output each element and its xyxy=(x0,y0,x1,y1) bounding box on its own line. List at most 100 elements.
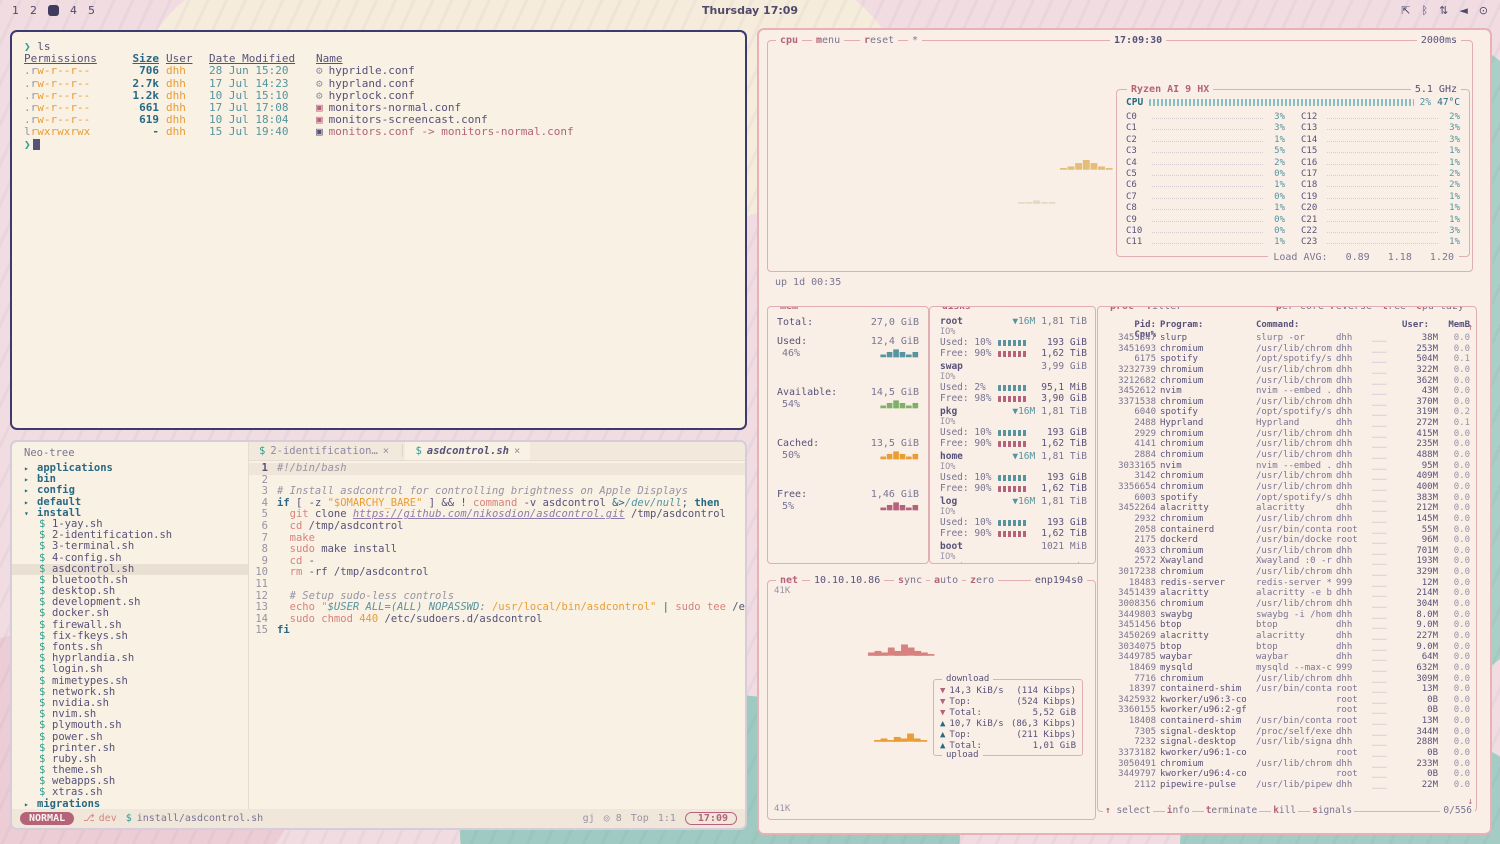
network-icon[interactable]: ⇅ xyxy=(1439,4,1448,17)
per-core-toggle[interactable]: per-core xyxy=(1272,306,1328,313)
workspace-3[interactable] xyxy=(48,5,59,16)
process-row[interactable]: 3050491chromium/usr/lib/chromium/dhh▁▁▁2… xyxy=(1106,759,1470,770)
process-row[interactable]: 3142chromium/usr/lib/chromium/dhh▁▁▁409M… xyxy=(1106,471,1470,482)
proc-action-nfo[interactable]: info xyxy=(1165,805,1192,816)
screencast-icon[interactable]: ⇱ xyxy=(1401,4,1410,17)
proc-column-Command[interactable]: Command: xyxy=(1256,320,1332,330)
process-row[interactable]: 3356654chromium/usr/lib/chromium/dhh▁▁▁4… xyxy=(1106,482,1470,493)
tree-item-3-terminal.sh[interactable]: $3-terminal.sh xyxy=(24,541,248,552)
reset-button[interactable]: reset xyxy=(860,34,898,47)
reverse-toggle[interactable]: reverse xyxy=(1326,306,1376,313)
process-row[interactable]: 3451439alacrittyalacritty -e btopdhh▁▁▁2… xyxy=(1106,588,1470,599)
tree-item-login.sh[interactable]: $login.sh xyxy=(24,664,248,675)
process-row[interactable]: 3232739chromium/usr/lib/chromium/dhh▁▁▁3… xyxy=(1106,365,1470,376)
process-row[interactable]: 7232signal-desktop/usr/lib/signal-dedhh▁… xyxy=(1106,737,1470,748)
tree-item-asdcontrol.sh[interactable]: $asdcontrol.sh xyxy=(12,564,248,575)
process-row[interactable]: 2572XwaylandXwayland :0 -rootldhh▁▁▁193M… xyxy=(1106,556,1470,567)
update-interval[interactable]: 2000ms xyxy=(1417,34,1461,47)
terminal-window[interactable]: ❯ ls PermissionsSizeUserDate ModifiedNam… xyxy=(10,30,747,430)
proc-column-MemB[interactable]: MemB xyxy=(1442,320,1470,330)
filter-button[interactable]: filter xyxy=(1142,306,1186,313)
tree-item-migrations[interactable]: ▸migrations xyxy=(24,799,248,809)
workspace-4[interactable]: 4 xyxy=(70,4,77,17)
code-buffer[interactable]: 1#!/bin/bash23# Install asdcontrol for c… xyxy=(249,461,745,809)
process-row[interactable]: 3033165nvimnvim --embed .dhh▁▁▁95M0.0 xyxy=(1106,461,1470,472)
process-row[interactable]: 3425932kworker/u96:3-coroot▁▁▁0B0.0 xyxy=(1106,695,1470,706)
editor-pane[interactable]: $ 2-identification… × │ $ asdcontrol.sh … xyxy=(249,442,745,809)
process-row[interactable]: 3451456btopbtopdhh▁▁▁9.0M0.0 xyxy=(1106,620,1470,631)
proc-action-ignals[interactable]: signals xyxy=(1310,805,1354,816)
proc-column-Pid[interactable]: Pid: xyxy=(1106,320,1156,330)
net-auto-button[interactable]: auto xyxy=(930,574,962,587)
sort-selector[interactable]: cpu lazy xyxy=(1412,306,1468,313)
process-row[interactable]: 18469mysqldmysqld --max-conne999▁▁▁632M0… xyxy=(1106,663,1470,674)
process-row[interactable]: 3452264alacrittyalacrittydhh▁▁▁212M0.0 xyxy=(1106,503,1470,514)
process-row[interactable]: 3360155kworker/u96:2-gfroot▁▁▁0B0.0 xyxy=(1106,705,1470,716)
workspace-2[interactable]: 2 xyxy=(30,4,37,17)
menu-button[interactable]: menu xyxy=(812,34,844,47)
process-row[interactable]: 2175dockerd/usr/bin/dockerd -root▁▁▁96M0… xyxy=(1106,535,1470,546)
proc-action-select[interactable]: ↑ select xyxy=(1103,805,1153,816)
git-branch[interactable]: ⎇dev xyxy=(83,813,117,824)
scroll-up-icon[interactable]: ↑ xyxy=(1468,323,1473,333)
clock[interactable]: Thursday 17:09 xyxy=(232,4,1268,17)
tree-item-power.sh[interactable]: $power.sh xyxy=(24,732,248,743)
neovim-window[interactable]: Neo-tree ▸applications▸bin▸config▸defaul… xyxy=(10,440,747,830)
cpu-box-title[interactable]: cpu xyxy=(776,34,802,47)
power-icon[interactable]: ⊙ xyxy=(1479,4,1488,17)
process-row[interactable]: 3017238chromium/usr/lib/chromium/dhh▁▁▁3… xyxy=(1106,567,1470,578)
close-icon[interactable]: × xyxy=(514,445,520,457)
process-row[interactable]: 18397containerd-shim/usr/bin/containerro… xyxy=(1106,684,1470,695)
process-row[interactable]: 4033chromium/usr/lib/chromium/dhh▁▁▁701M… xyxy=(1106,546,1470,557)
neotree-sidebar[interactable]: Neo-tree ▸applications▸bin▸config▸defaul… xyxy=(12,442,249,809)
process-table-header[interactable]: Pid:Program:Command:User:MemBCpu% xyxy=(1106,320,1470,333)
process-row[interactable]: 2112pipewire-pulse/usr/lib/pipewire-dhh▁… xyxy=(1106,780,1470,791)
process-row[interactable]: 2058containerd/usr/bin/containerroot▁▁▁5… xyxy=(1106,525,1470,536)
preset-button[interactable]: * xyxy=(908,34,922,47)
process-row[interactable]: 3371538chromium/usr/lib/chromium/dhh▁▁▁3… xyxy=(1106,397,1470,408)
tree-item-4-config.sh[interactable]: $4-config.sh xyxy=(24,553,248,564)
process-row[interactable]: 3452612nvimnvim --embed .dhh▁▁▁43M0.0 xyxy=(1106,386,1470,397)
tree-item-docker.sh[interactable]: $docker.sh xyxy=(24,608,248,619)
bluetooth-icon[interactable]: ᛒ xyxy=(1421,4,1428,17)
process-row[interactable]: 2932chromium/usr/lib/chromium/dhh▁▁▁145M… xyxy=(1106,514,1470,525)
terminal-prompt-line[interactable]: ❯ xyxy=(24,139,733,151)
tree-item-xtras.sh[interactable]: $xtras.sh xyxy=(24,787,248,798)
net-sync-button[interactable]: sync xyxy=(894,574,926,587)
process-row[interactable]: 7305signal-desktop/proc/self/exe --tdhh▁… xyxy=(1106,727,1470,738)
process-row[interactable]: 3451693chromium/usr/lib/chromium/dhh▁▁▁2… xyxy=(1106,344,1470,355)
proc-action-ill[interactable]: kill xyxy=(1271,805,1298,816)
proc-action-erminate[interactable]: terminate xyxy=(1204,805,1260,816)
tree-item-config[interactable]: ▸config xyxy=(24,485,248,496)
proc-box-title[interactable]: proc xyxy=(1106,306,1138,313)
tree-item-applications[interactable]: ▸applications xyxy=(24,463,248,474)
disks-box-title[interactable]: disks xyxy=(938,306,975,313)
process-row[interactable]: 6003spotify/opt/spotify/spotidhh▁▁▁383M0… xyxy=(1106,493,1470,504)
process-row[interactable]: 18408containerd-shim/usr/bin/containerro… xyxy=(1106,716,1470,727)
volume-icon[interactable]: ◄ xyxy=(1459,4,1467,17)
btop-window[interactable]: cpu menu reset * 17:09:30 2000ms ▁▂▄▆▄▂▁… xyxy=(757,28,1492,835)
net-zero-button[interactable]: zero xyxy=(966,574,998,587)
workspace-1[interactable]: 1 xyxy=(12,4,19,17)
net-interface[interactable]: enp194s0 xyxy=(1031,574,1087,587)
process-row[interactable]: 3373182kworker/u96:1-coroot▁▁▁0B0.0 xyxy=(1106,748,1470,759)
process-row[interactable]: 6175spotify/opt/spotify/spotidhh▁▁▁504M0… xyxy=(1106,354,1470,365)
process-row[interactable]: 3453347slurpslurp -ordhh▁▁▁38M0.0 xyxy=(1106,333,1470,344)
tree-toggle[interactable]: tree xyxy=(1378,306,1410,313)
process-row[interactable]: 3449785waybarwaybardhh▁▁▁64M0.0 xyxy=(1106,652,1470,663)
process-row[interactable]: 3034075btopbtopdhh▁▁▁9.0M0.0 xyxy=(1106,642,1470,653)
process-row[interactable]: 18483redis-serverredis-server *:637999▁▁… xyxy=(1106,578,1470,589)
process-row[interactable]: 4141chromium/usr/lib/chromium/dhh▁▁▁235M… xyxy=(1106,439,1470,450)
process-row[interactable]: 3212682chromium/usr/lib/chromium/dhh▁▁▁3… xyxy=(1106,376,1470,387)
process-row[interactable]: 3449797kworker/u96:4-coroot▁▁▁0B0.0 xyxy=(1106,769,1470,780)
proc-column-User[interactable]: User: xyxy=(1402,320,1438,330)
close-icon[interactable]: × xyxy=(383,445,389,457)
proc-column-Program[interactable]: Program: xyxy=(1160,320,1252,330)
process-row[interactable]: 3008356chromium/usr/lib/chromium/dhh▁▁▁3… xyxy=(1106,599,1470,610)
tab-2-identification[interactable]: $ 2-identification… × xyxy=(249,442,399,460)
process-row[interactable]: 3449803swaybgswaybg -i /home/dhdhh▁▁▁8.0… xyxy=(1106,610,1470,621)
mem-box-title[interactable]: mem xyxy=(776,306,802,313)
tree-item-plymouth.sh[interactable]: $plymouth.sh xyxy=(24,720,248,731)
process-row[interactable]: 2929chromium/usr/lib/chromium/dhh▁▁▁415M… xyxy=(1106,429,1470,440)
process-row[interactable]: 2884chromium/usr/lib/chromium/dhh▁▁▁488M… xyxy=(1106,450,1470,461)
